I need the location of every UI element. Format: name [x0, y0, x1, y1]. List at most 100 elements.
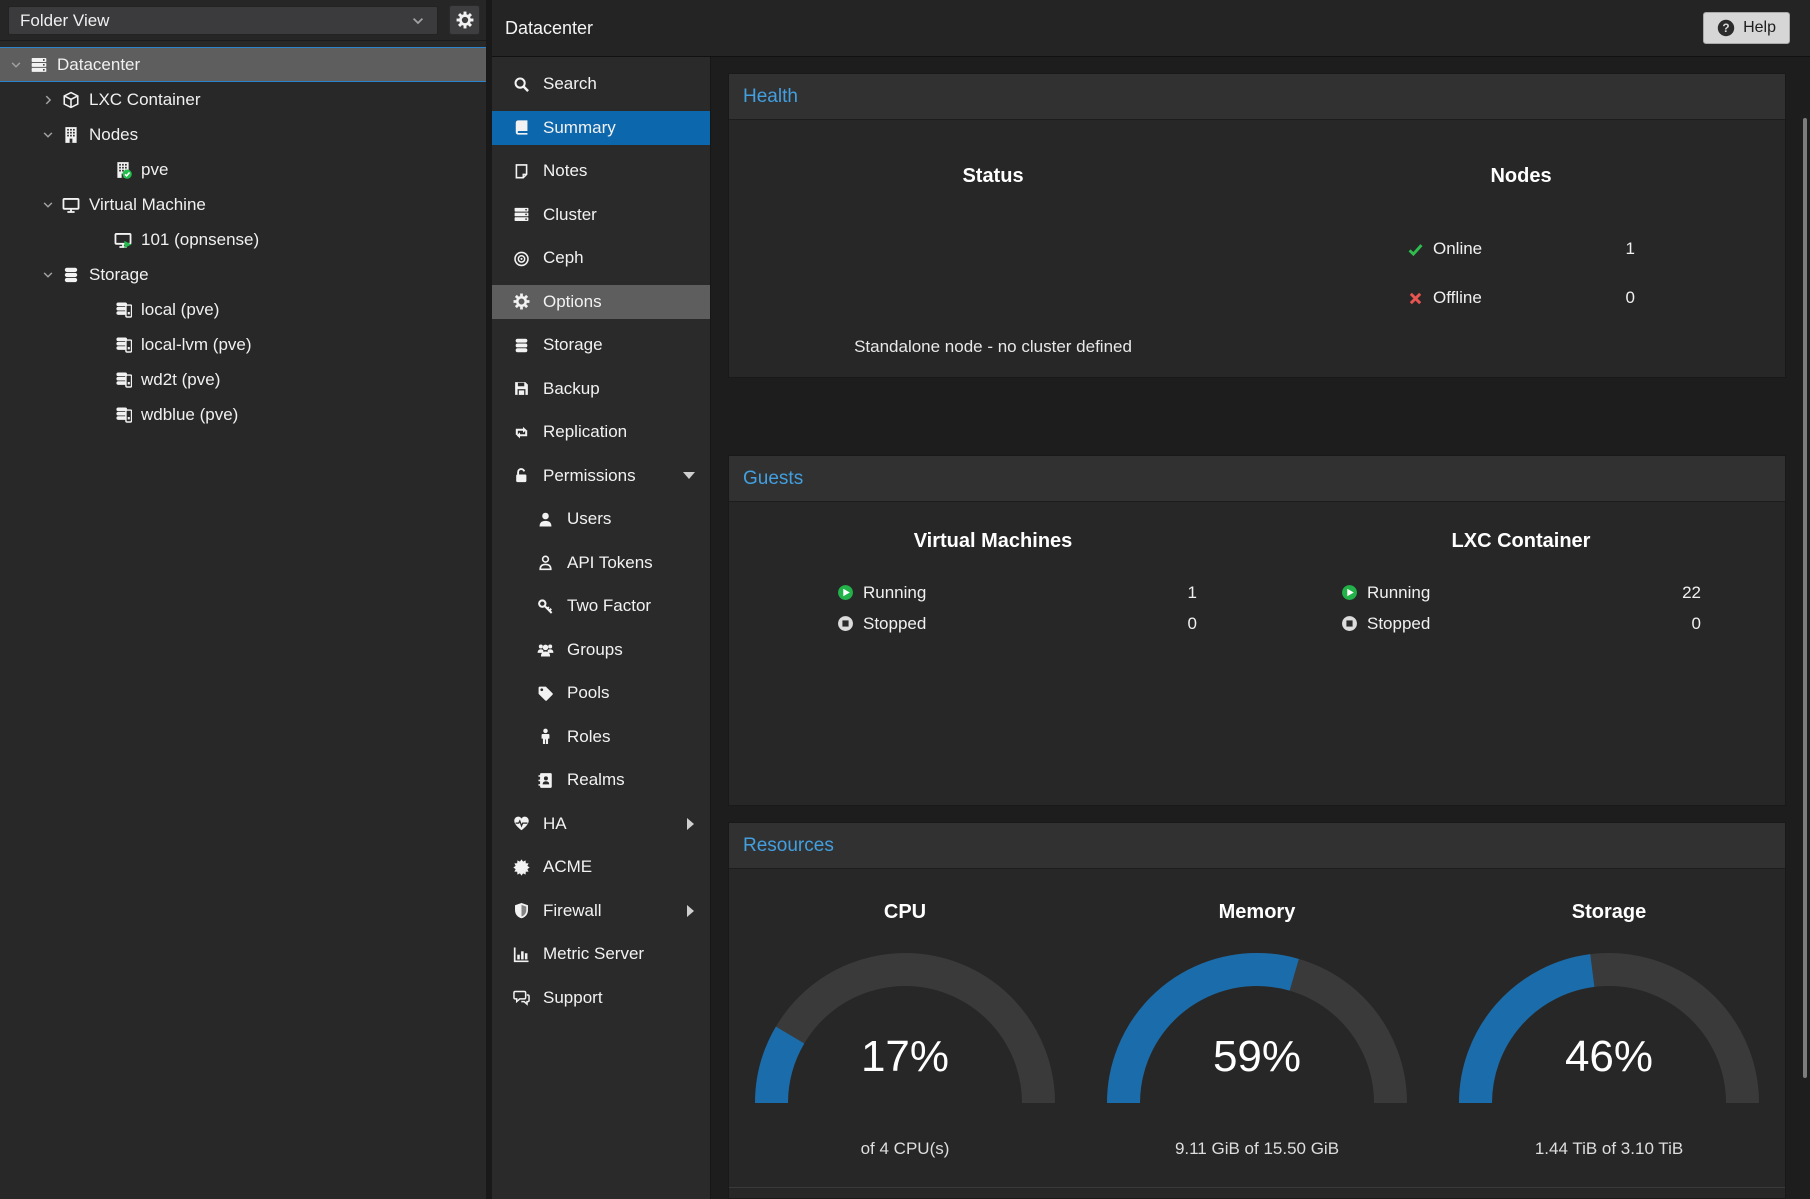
health-panel-body: Status Standalone node - no cluster defi…	[729, 120, 1785, 357]
virtual-machines-heading: Virtual Machines	[729, 530, 1257, 553]
status-ok-icon	[953, 216, 1033, 296]
menu-item-label: Replication	[543, 422, 627, 442]
tree-expander-lxc-container[interactable]	[42, 93, 62, 107]
menu-item-label: HA	[543, 814, 567, 834]
menu-item-search[interactable]: Search	[492, 67, 710, 101]
tree-expander-nodes[interactable]	[42, 128, 62, 142]
cpu-gauge: 17%	[755, 950, 1055, 1125]
menu-item-api-tokens[interactable]: API Tokens	[492, 546, 710, 580]
menu-item-support[interactable]: Support	[492, 981, 710, 1015]
nodes-rows: Online 1 Offline0	[1407, 234, 1635, 313]
sticky-note-icon	[511, 163, 531, 180]
tree-item-101-opnsense[interactable]: 101 (opnsense)	[0, 222, 486, 257]
running-row: Running 22	[1341, 578, 1701, 607]
tree-item-lxc-container[interactable]: LXC Container	[0, 82, 486, 117]
tree-expander-virtual-machine[interactable]	[42, 198, 62, 212]
storage-gauge-value: 46%	[1459, 1032, 1759, 1082]
menu-item-ceph[interactable]: Ceph	[492, 241, 710, 275]
menu-item-roles[interactable]: Roles	[492, 720, 710, 754]
cpu-heading: CPU	[729, 901, 1081, 924]
help-button-label: Help	[1743, 19, 1776, 37]
node-online-icon	[114, 161, 132, 179]
virtual-machines-rows: Running1Stopped0	[837, 578, 1197, 638]
stopped-icon	[1341, 615, 1358, 632]
menu-item-backup[interactable]: Backup	[492, 372, 710, 406]
menu-item-replication[interactable]: Replication	[492, 415, 710, 449]
resources-panel-body: CPU 17%of 4 CPU(s)Memory 59%9.11 GiB of …	[729, 869, 1785, 1159]
tree-item-local-lvm-pve[interactable]: local-lvm (pve)	[0, 327, 486, 362]
menu-item-ha[interactable]: HA	[492, 807, 710, 841]
building-icon	[62, 126, 80, 144]
menu-item-acme[interactable]: ACME	[492, 850, 710, 884]
menu-item-storage[interactable]: Storage	[492, 328, 710, 362]
guests-panel-body: Virtual MachinesRunning1Stopped0LXC Cont…	[729, 502, 1785, 638]
tag-icon	[535, 685, 555, 702]
gear-icon	[511, 293, 531, 310]
menu-item-metric-server[interactable]: Metric Server	[492, 937, 710, 971]
tree-item-label: wd2t (pve)	[141, 370, 220, 390]
shield-icon	[511, 902, 531, 919]
cpu-gauge-column: CPU 17%of 4 CPU(s)	[729, 869, 1081, 1159]
tree-settings-button[interactable]	[449, 5, 480, 35]
chevron-down-icon	[410, 13, 426, 29]
chevron-down-icon	[41, 128, 55, 142]
chevron-down-icon	[9, 58, 23, 72]
replication-icon	[511, 424, 531, 441]
menu-item-options[interactable]: Options	[492, 285, 710, 319]
running-row: Running1	[837, 578, 1197, 607]
content-scrollbar-thumb[interactable]	[1803, 118, 1807, 1078]
memory-gauge: 59%	[1107, 950, 1407, 1125]
tree-item-storage[interactable]: Storage	[0, 257, 486, 292]
row-label: Online	[1433, 239, 1482, 259]
view-mode-select[interactable]: Folder View	[8, 6, 438, 35]
content-header-bar: Datacenter ? Help	[492, 0, 1810, 57]
menu-item-label: Roles	[567, 727, 610, 747]
tree-item-nodes[interactable]: Nodes	[0, 117, 486, 152]
row-value: 1	[1626, 239, 1635, 259]
tree-expander-datacenter[interactable]	[10, 58, 30, 72]
menu-item-notes[interactable]: Notes	[492, 154, 710, 188]
tree-expander-storage[interactable]	[42, 268, 62, 282]
menu-item-label: Realms	[567, 770, 625, 790]
chevron-down-icon	[41, 198, 55, 212]
storage-drive-icon	[114, 406, 132, 424]
memory-gauge-detail: 9.11 GiB of 15.50 GiB	[1081, 1139, 1433, 1159]
menu-item-users[interactable]: Users	[492, 502, 710, 536]
content-scrollbar-track[interactable]	[1800, 114, 1810, 1199]
row-value: 0	[1188, 614, 1197, 634]
resources-panel: Resources CPU 17%of 4 CPU(s)Memory 59%9.…	[728, 822, 1786, 1199]
menu-item-cluster[interactable]: Cluster	[492, 198, 710, 232]
menu-item-firewall[interactable]: Firewall	[492, 894, 710, 928]
tree-item-wd2t-pve[interactable]: wd2t (pve)	[0, 362, 486, 397]
menu-item-label: Ceph	[543, 248, 584, 268]
cpu-gauge-value: 17%	[755, 1032, 1055, 1082]
menu-item-realms[interactable]: Realms	[492, 763, 710, 797]
tree-item-label: Virtual Machine	[89, 195, 206, 215]
storage-drive-icon	[114, 336, 132, 354]
menu-item-label: Cluster	[543, 205, 597, 225]
tree-item-virtual-machine[interactable]: Virtual Machine	[0, 187, 486, 222]
tree-item-pve[interactable]: pve	[0, 152, 486, 187]
row-label: Running	[1367, 583, 1430, 603]
menu-item-label: Permissions	[543, 466, 636, 486]
resource-tree-panel: Folder View DatacenterLXC Container Node…	[0, 0, 486, 1199]
stopped-icon	[837, 615, 854, 632]
menu-item-groups[interactable]: Groups	[492, 633, 710, 667]
menu-item-label: Search	[543, 74, 597, 94]
menu-item-two-factor[interactable]: Two Factor	[492, 589, 710, 623]
storage-gauge-detail: 1.44 TiB of 3.10 TiB	[1433, 1139, 1785, 1159]
ceph-icon	[511, 250, 531, 267]
tree-item-local-pve[interactable]: local (pve)	[0, 292, 486, 327]
menu-item-summary[interactable]: Summary	[492, 111, 710, 145]
tree-item-wdblue-pve[interactable]: wdblue (pve)	[0, 397, 486, 432]
help-button[interactable]: ? Help	[1703, 12, 1790, 44]
menu-item-pools[interactable]: Pools	[492, 676, 710, 710]
menu-item-permissions[interactable]: Permissions	[492, 459, 710, 493]
row-value: 22	[1682, 583, 1701, 603]
question-circle-icon: ?	[1717, 19, 1735, 37]
tree-item-datacenter[interactable]: Datacenter	[0, 47, 486, 82]
menu-item-label: Notes	[543, 161, 587, 181]
offline-row: Offline0	[1407, 283, 1635, 313]
running-icon	[837, 584, 854, 601]
users-icon	[535, 641, 555, 658]
